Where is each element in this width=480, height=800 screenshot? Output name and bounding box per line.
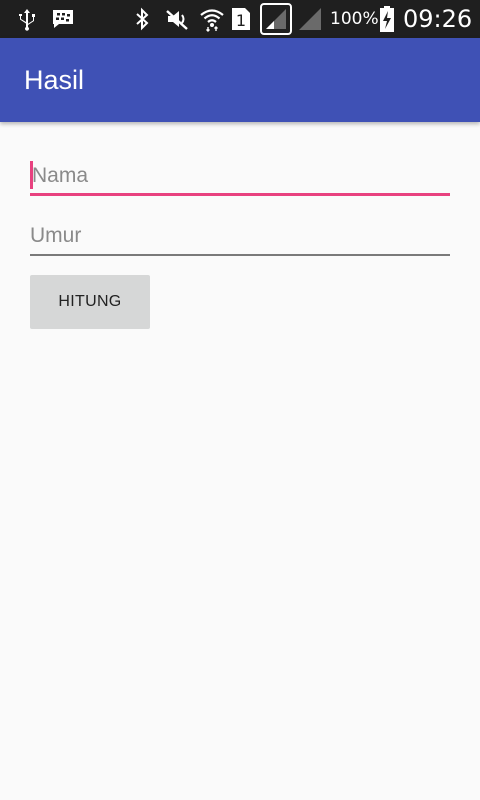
text-cursor — [30, 161, 33, 189]
battery-charging-icon — [376, 0, 398, 38]
battery-percent: 100% — [330, 9, 379, 29]
umur-input[interactable] — [30, 218, 450, 254]
bbm-icon — [50, 0, 76, 38]
hitung-button[interactable]: HITUNG — [30, 275, 150, 329]
clock: 09:26 — [403, 5, 473, 33]
sim-slot-label: 1 — [236, 11, 246, 30]
app-bar: Hasil — [0, 38, 480, 122]
nama-underline — [30, 193, 450, 196]
page-title: Hasil — [24, 65, 85, 95]
umur-field[interactable] — [30, 218, 450, 256]
umur-underline — [30, 254, 450, 256]
nama-input[interactable] — [30, 158, 452, 194]
sim-icon: 1 — [229, 0, 253, 38]
bluetooth-icon — [130, 0, 154, 38]
usb-icon — [14, 0, 40, 38]
wifi-icon — [198, 0, 226, 38]
signal-icon — [296, 0, 324, 38]
mute-icon — [163, 0, 191, 38]
nama-field[interactable] — [30, 158, 452, 196]
status-bar: 1 100% 09:26 — [0, 0, 480, 38]
signal-icon — [259, 0, 293, 38]
